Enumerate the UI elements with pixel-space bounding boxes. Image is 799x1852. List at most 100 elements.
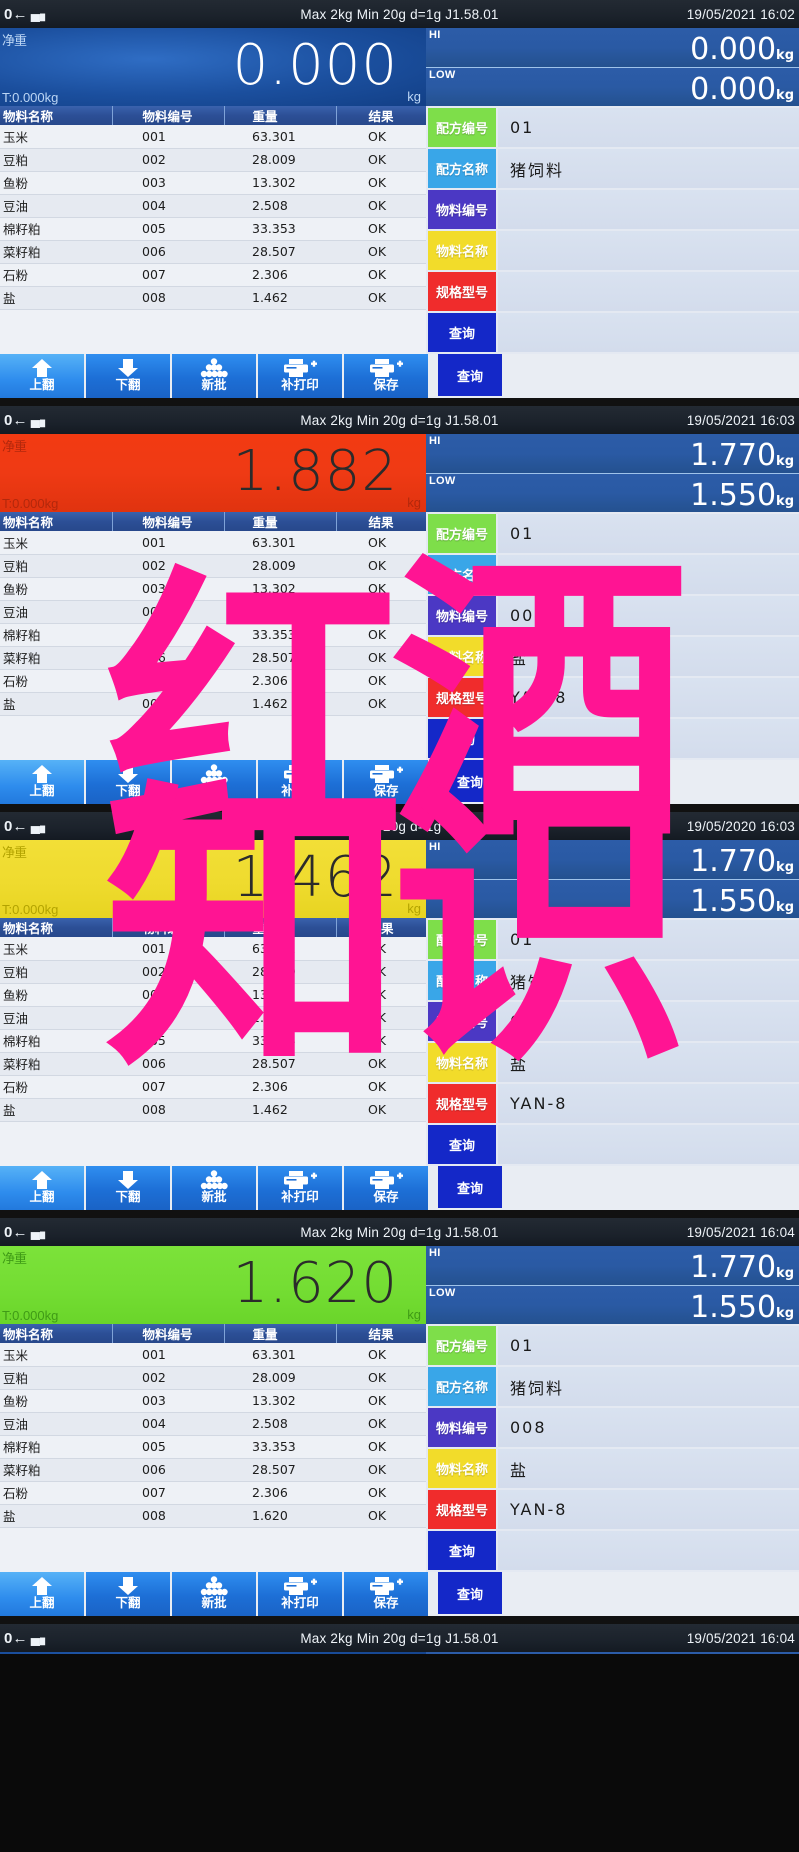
- sidebar-value-formula-name[interactable]: 猪饲料: [498, 555, 799, 594]
- sidebar-value-material-code[interactable]: 008: [498, 596, 799, 635]
- table-row[interactable]: 盐 008 1.462 OK: [0, 692, 426, 716]
- table-row[interactable]: 菜籽粕 006 28.507 OK: [0, 1458, 426, 1482]
- sidebar-key-material-code[interactable]: 物料编号: [428, 190, 496, 229]
- toolbar-button-printer-plus[interactable]: 补打印: [258, 760, 342, 804]
- toolbar-button-printer-plus[interactable]: 补打印: [258, 1166, 342, 1210]
- toolbar-button-printer-save[interactable]: 保存: [344, 1572, 428, 1616]
- sidebar-value-formula-code[interactable]: 01: [498, 920, 799, 959]
- sidebar-value-spec-model[interactable]: YAN-8: [498, 678, 799, 717]
- table-row[interactable]: 菜籽粕 006 28.507 OK: [0, 1052, 426, 1076]
- sidebar-key-spec-model[interactable]: 规格型号: [428, 1490, 496, 1529]
- toolbar-button-new-batch[interactable]: 新批: [172, 760, 256, 804]
- table-row[interactable]: 豆粕 002 28.009 OK: [0, 960, 426, 984]
- table-row[interactable]: 盐 008 1.620 OK: [0, 1504, 426, 1528]
- sidebar-value-formula-name[interactable]: 猪饲料: [498, 1367, 799, 1406]
- table-row[interactable]: 菜籽粕 006 28.507 OK: [0, 646, 426, 670]
- table-row[interactable]: 豆油 004 2.508 OK: [0, 194, 426, 218]
- sidebar-value-material-name[interactable]: [498, 231, 799, 270]
- sidebar-value-material-code[interactable]: 008: [498, 1408, 799, 1447]
- sidebar-query-button[interactable]: 查询: [428, 1125, 496, 1164]
- table-row[interactable]: 石粉 007 2.306 OK: [0, 263, 426, 287]
- toolbar-button-printer-save[interactable]: 保存: [344, 1166, 428, 1210]
- sidebar-value-material-name[interactable]: 盐: [498, 637, 799, 676]
- toolbar-button-printer-plus[interactable]: 补打印: [258, 1572, 342, 1616]
- table-row[interactable]: 菜籽粕 006 28.507 OK: [0, 240, 426, 264]
- table-row[interactable]: 棉籽粕 005 33.353 OK: [0, 1029, 426, 1053]
- sidebar-value-material-name[interactable]: 盐: [498, 1449, 799, 1488]
- table-row[interactable]: 鱼粉 003 13.302 OK: [0, 577, 426, 601]
- table-row[interactable]: 玉米 001 63.301 OK: [0, 531, 426, 555]
- toolbar-query-button[interactable]: 查询: [438, 760, 502, 802]
- sidebar-key-formula-code[interactable]: 配方编号: [428, 1326, 496, 1365]
- sidebar-key-formula-name[interactable]: 配方名称: [428, 555, 496, 594]
- sidebar-key-spec-model[interactable]: 规格型号: [428, 272, 496, 311]
- toolbar-button-printer-save[interactable]: 保存: [344, 354, 428, 398]
- sidebar-value-formula-code[interactable]: 01: [498, 108, 799, 147]
- toolbar-button-new-batch[interactable]: 新批: [172, 354, 256, 398]
- table-row[interactable]: 石粉 007 2.306 OK: [0, 1075, 426, 1099]
- table-row[interactable]: 石粉 007 2.306 OK: [0, 669, 426, 693]
- sidebar-value-formula-code[interactable]: 01: [498, 1326, 799, 1365]
- toolbar-button-printer-plus[interactable]: 补打印: [258, 354, 342, 398]
- sidebar-key-formula-name[interactable]: 配方名称: [428, 1367, 496, 1406]
- toolbar-button-new-batch[interactable]: 新批: [172, 1572, 256, 1616]
- table-row[interactable]: 玉米 001 63.301 OK: [0, 125, 426, 149]
- sidebar-key-formula-code[interactable]: 配方编号: [428, 108, 496, 147]
- table-row[interactable]: 盐 008 1.462 OK: [0, 286, 426, 310]
- sidebar-key-formula-code[interactable]: 配方编号: [428, 920, 496, 959]
- sidebar-key-formula-name[interactable]: 配方名称: [428, 149, 496, 188]
- sidebar-value-formula-name[interactable]: 猪饲料: [498, 149, 799, 188]
- sidebar-value-spec-model[interactable]: YAN-8: [498, 1490, 799, 1529]
- table-row[interactable]: 豆粕 002 28.009 OK: [0, 148, 426, 172]
- table-row[interactable]: 棉籽粕 005 33.353 OK: [0, 623, 426, 647]
- sidebar-key-material-name[interactable]: 物料名称: [428, 1449, 496, 1488]
- toolbar-button-arrow-up[interactable]: 上翻: [0, 760, 84, 804]
- table-row[interactable]: 豆油 004 2.508 OK: [0, 1412, 426, 1436]
- table-row[interactable]: 豆油 004 2.508 OK: [0, 600, 426, 624]
- sidebar-key-material-code[interactable]: 物料编号: [428, 1408, 496, 1447]
- sidebar-key-formula-code[interactable]: 配方编号: [428, 514, 496, 553]
- sidebar-query-button[interactable]: 查询: [428, 1531, 496, 1570]
- sidebar-query-button[interactable]: 查询: [428, 313, 496, 352]
- table-row[interactable]: 棉籽粕 005 33.353 OK: [0, 217, 426, 241]
- toolbar-button-arrow-down[interactable]: 下翻: [86, 1572, 170, 1616]
- sidebar-key-material-code[interactable]: 物料编号: [428, 1002, 496, 1041]
- sidebar-value-material-code[interactable]: [498, 190, 799, 229]
- sidebar-key-material-name[interactable]: 物料名称: [428, 1043, 496, 1082]
- table-row[interactable]: 鱼粉 003 13.302 OK: [0, 1389, 426, 1413]
- table-row[interactable]: 鱼粉 003 13.302 OK: [0, 983, 426, 1007]
- toolbar-button-arrow-up[interactable]: 上翻: [0, 354, 84, 398]
- table-row[interactable]: 玉米 001 63.301 OK: [0, 1343, 426, 1367]
- sidebar-value-formula-name[interactable]: 猪饲料: [498, 961, 799, 1000]
- toolbar-button-arrow-up[interactable]: 上翻: [0, 1572, 84, 1616]
- table-row[interactable]: 石粉 007 2.306 OK: [0, 1481, 426, 1505]
- sidebar-value-spec-model[interactable]: YAN-8: [498, 1084, 799, 1123]
- sidebar-query-button[interactable]: 查询: [428, 719, 496, 758]
- sidebar-key-spec-model[interactable]: 规格型号: [428, 1084, 496, 1123]
- table-row[interactable]: 豆粕 002 28.009 OK: [0, 1366, 426, 1390]
- sidebar-value-material-name[interactable]: 盐: [498, 1043, 799, 1082]
- toolbar-query-button[interactable]: 查询: [438, 354, 502, 396]
- sidebar-key-material-name[interactable]: 物料名称: [428, 637, 496, 676]
- toolbar-button-arrow-down[interactable]: 下翻: [86, 1166, 170, 1210]
- toolbar-button-arrow-up[interactable]: 上翻: [0, 1166, 84, 1210]
- table-row[interactable]: 豆油 004 2.508 OK: [0, 1006, 426, 1030]
- table-row[interactable]: 豆粕 002 28.009 OK: [0, 554, 426, 578]
- sidebar-key-spec-model[interactable]: 规格型号: [428, 678, 496, 717]
- table-row[interactable]: 玉米 001 63.301 OK: [0, 937, 426, 961]
- toolbar-button-arrow-down[interactable]: 下翻: [86, 354, 170, 398]
- sidebar-value-material-code[interactable]: 008: [498, 1002, 799, 1041]
- toolbar-button-new-batch[interactable]: 新批: [172, 1166, 256, 1210]
- sidebar-key-material-code[interactable]: 物料编号: [428, 596, 496, 635]
- table-row[interactable]: 棉籽粕 005 33.353 OK: [0, 1435, 426, 1459]
- toolbar-query-button[interactable]: 查询: [438, 1572, 502, 1614]
- toolbar-query-button[interactable]: 查询: [438, 1166, 502, 1208]
- toolbar-button-printer-save[interactable]: 保存: [344, 760, 428, 804]
- sidebar-value-formula-code[interactable]: 01: [498, 514, 799, 553]
- sidebar-key-formula-name[interactable]: 配方名称: [428, 961, 496, 1000]
- toolbar-button-arrow-down[interactable]: 下翻: [86, 760, 170, 804]
- sidebar-value-spec-model[interactable]: [498, 272, 799, 311]
- sidebar-key-material-name[interactable]: 物料名称: [428, 231, 496, 270]
- table-row[interactable]: 鱼粉 003 13.302 OK: [0, 171, 426, 195]
- table-row[interactable]: 盐 008 1.462 OK: [0, 1098, 426, 1122]
